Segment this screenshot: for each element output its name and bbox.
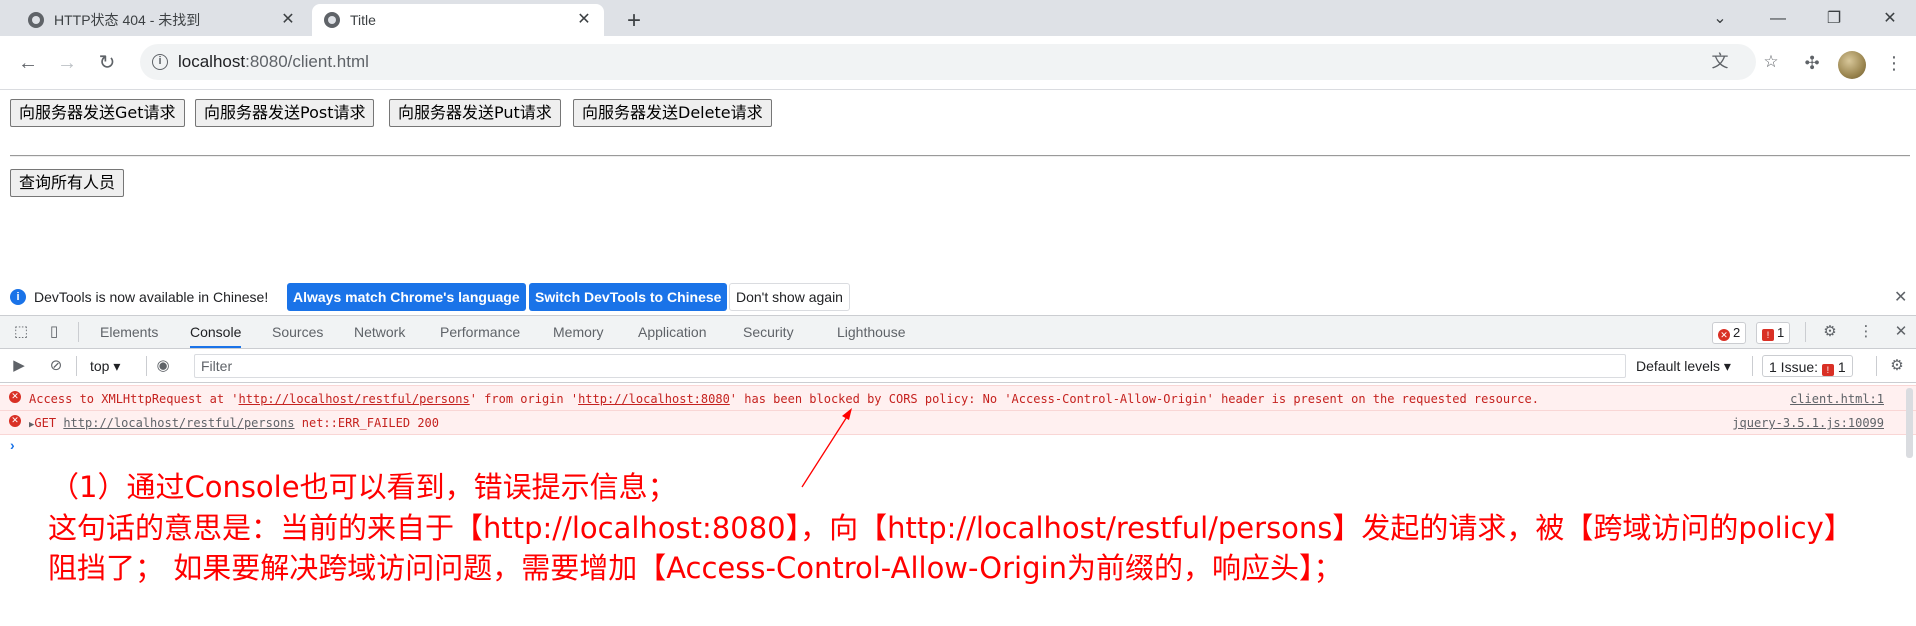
globe-icon [324, 12, 340, 28]
console-error-row: ✕ Access to XMLHttpRequest at 'http://lo… [0, 385, 1916, 411]
tab-memory[interactable]: Memory [553, 316, 604, 348]
query-all-button[interactable]: 查询所有人员 [10, 169, 125, 197]
tab-security[interactable]: Security [743, 316, 794, 348]
sidebar-toggle-icon[interactable]: ▶ [8, 355, 30, 377]
issue-flag-icon: ! [1821, 364, 1834, 376]
device-toolbar-icon[interactable]: ▯ [43, 321, 65, 343]
console-filter-input[interactable]: Filter [194, 354, 1626, 378]
separator [146, 356, 147, 376]
error-count-badge[interactable]: ✕ 2 [1712, 322, 1747, 344]
annotation-line-2: 这句话的意思是：当前的来自于【http://localhost:8080】，向【… [48, 511, 1853, 545]
console-message: Access to XMLHttpRequest at 'http://loca… [29, 392, 1539, 406]
send-get-button[interactable]: 向服务器发送Get请求 [10, 99, 185, 127]
tab-application[interactable]: Application [638, 316, 707, 348]
tab-elements[interactable]: Elements [100, 316, 158, 348]
tab-strip: HTTP状态 404 - 未找到 ✕ Title ✕ + ⌄ — ❐ ✕ [0, 0, 1916, 36]
forward-icon[interactable]: → [53, 49, 81, 77]
error-icon: ✕ [1718, 329, 1730, 341]
globe-icon [28, 12, 44, 28]
tab-close-icon[interactable]: ✕ [280, 12, 296, 28]
url-text[interactable]: localhost:8080/client.html [178, 52, 369, 72]
devtools-tabbar: ⬚ ▯ Elements Console Sources Network Per… [0, 315, 1916, 349]
tab-performance[interactable]: Performance [440, 316, 520, 348]
site-info-icon[interactable]: i [152, 54, 168, 70]
switch-to-chinese-button[interactable]: Switch DevTools to Chinese [529, 283, 728, 311]
always-match-language-button[interactable]: Always match Chrome's language [287, 283, 526, 311]
new-tab-button[interactable]: + [620, 8, 648, 36]
console-settings-gear-icon[interactable]: ⚙ [1886, 355, 1908, 377]
address-bar[interactable]: i localhost:8080/client.html 文 ☆ [140, 44, 1779, 80]
tab-title: Title [350, 12, 376, 28]
console-message: ▶GET http://localhost/restful/persons ne… [29, 416, 440, 430]
send-put-button[interactable]: 向服务器发送Put请求 [389, 99, 561, 127]
link[interactable]: http://localhost:8080 [578, 392, 730, 406]
console-prompt-icon[interactable]: › [10, 437, 15, 453]
log-levels-dropdown[interactable]: Default levels ▾ [1636, 355, 1731, 377]
settings-gear-icon[interactable]: ⚙ [1819, 321, 1841, 343]
separator [78, 322, 79, 342]
reload-icon[interactable]: ↻ [93, 49, 121, 77]
link[interactable]: http://localhost/restful/persons [63, 416, 294, 430]
send-delete-button[interactable]: 向服务器发送Delete请求 [573, 99, 772, 127]
tab-lighthouse[interactable]: Lighthouse [837, 316, 906, 348]
divider [10, 155, 1910, 157]
extensions-icon[interactable]: ✣ [1798, 49, 1826, 77]
translate-icon[interactable]: 文 [1710, 52, 1730, 72]
console-error-row: ✕ ▶GET http://localhost/restful/persons … [0, 411, 1916, 435]
separator [1752, 356, 1753, 376]
back-icon[interactable]: ← [14, 49, 42, 77]
browser-toolbar: ← → ↻ i localhost:8080/client.html 文 ☆ ✣… [0, 36, 1916, 90]
issue-count-badge[interactable]: ! 1 [1756, 322, 1791, 344]
link[interactable]: http://localhost/restful/persons [239, 392, 470, 406]
minimize-button[interactable]: — [1765, 6, 1791, 32]
tab-title: HTTP状态 404 - 未找到 [54, 12, 201, 28]
info-icon: i [10, 289, 26, 305]
annotation-line-3: 阻挡了； 如果要解决跨域访问问题，需要增加【Access-Control-All… [48, 551, 1343, 585]
scrollbar[interactable] [1906, 388, 1913, 458]
avatar[interactable] [1838, 51, 1866, 79]
menu-icon[interactable]: ⋮ [1880, 49, 1908, 77]
tab-close-icon[interactable]: ✕ [576, 12, 592, 28]
close-window-button[interactable]: ✕ [1877, 6, 1903, 32]
bookmark-star-icon[interactable]: ☆ [1761, 52, 1781, 72]
issue-flag-icon: ! [1762, 329, 1774, 341]
more-options-icon[interactable]: ⋮ [1855, 321, 1877, 343]
close-icon[interactable]: ✕ [1894, 287, 1907, 307]
tab-search-icon[interactable]: ⌄ [1707, 6, 1733, 32]
context-selector[interactable]: top ▾ [90, 355, 120, 377]
source-link[interactable]: client.html:1 [1790, 392, 1884, 406]
page-content: 向服务器发送Get请求 向服务器发送Post请求 向服务器发送Put请求 向服务… [0, 91, 1916, 277]
tab-console[interactable]: Console [190, 316, 242, 348]
error-icon: ✕ [9, 391, 21, 403]
annotation-line-1: （1）通过Console也可以看到，错误提示信息； [50, 470, 677, 504]
live-expression-eye-icon[interactable]: ◉ [152, 355, 174, 377]
separator [76, 356, 77, 376]
infobar-message: DevTools is now available in Chinese! [34, 289, 269, 305]
error-icon: ✕ [9, 415, 21, 427]
source-link[interactable]: jquery-3.5.1.js:10099 [1732, 416, 1884, 430]
separator [1876, 356, 1877, 376]
clear-console-icon[interactable]: ⊘ [45, 355, 67, 377]
tab-network[interactable]: Network [354, 316, 405, 348]
devtools-infobar: i DevTools is now available in Chinese! … [0, 279, 1916, 315]
browser-tab-title[interactable]: Title ✕ [312, 4, 604, 36]
inspect-element-icon[interactable]: ⬚ [10, 321, 32, 343]
tab-sources[interactable]: Sources [272, 316, 323, 348]
close-devtools-icon[interactable]: ✕ [1890, 321, 1912, 343]
console-toolbar: ▶ ⊘ top ▾ ◉ Filter Default levels ▾ 1 Is… [0, 349, 1916, 383]
separator [1805, 322, 1806, 342]
browser-tab-404[interactable]: HTTP状态 404 - 未找到 ✕ [16, 4, 308, 36]
send-post-button[interactable]: 向服务器发送Post请求 [195, 99, 375, 127]
issues-button[interactable]: 1 Issue: ! 1 [1762, 355, 1853, 377]
dont-show-again-button[interactable]: Don't show again [729, 283, 850, 311]
restore-button[interactable]: ❐ [1821, 6, 1847, 32]
